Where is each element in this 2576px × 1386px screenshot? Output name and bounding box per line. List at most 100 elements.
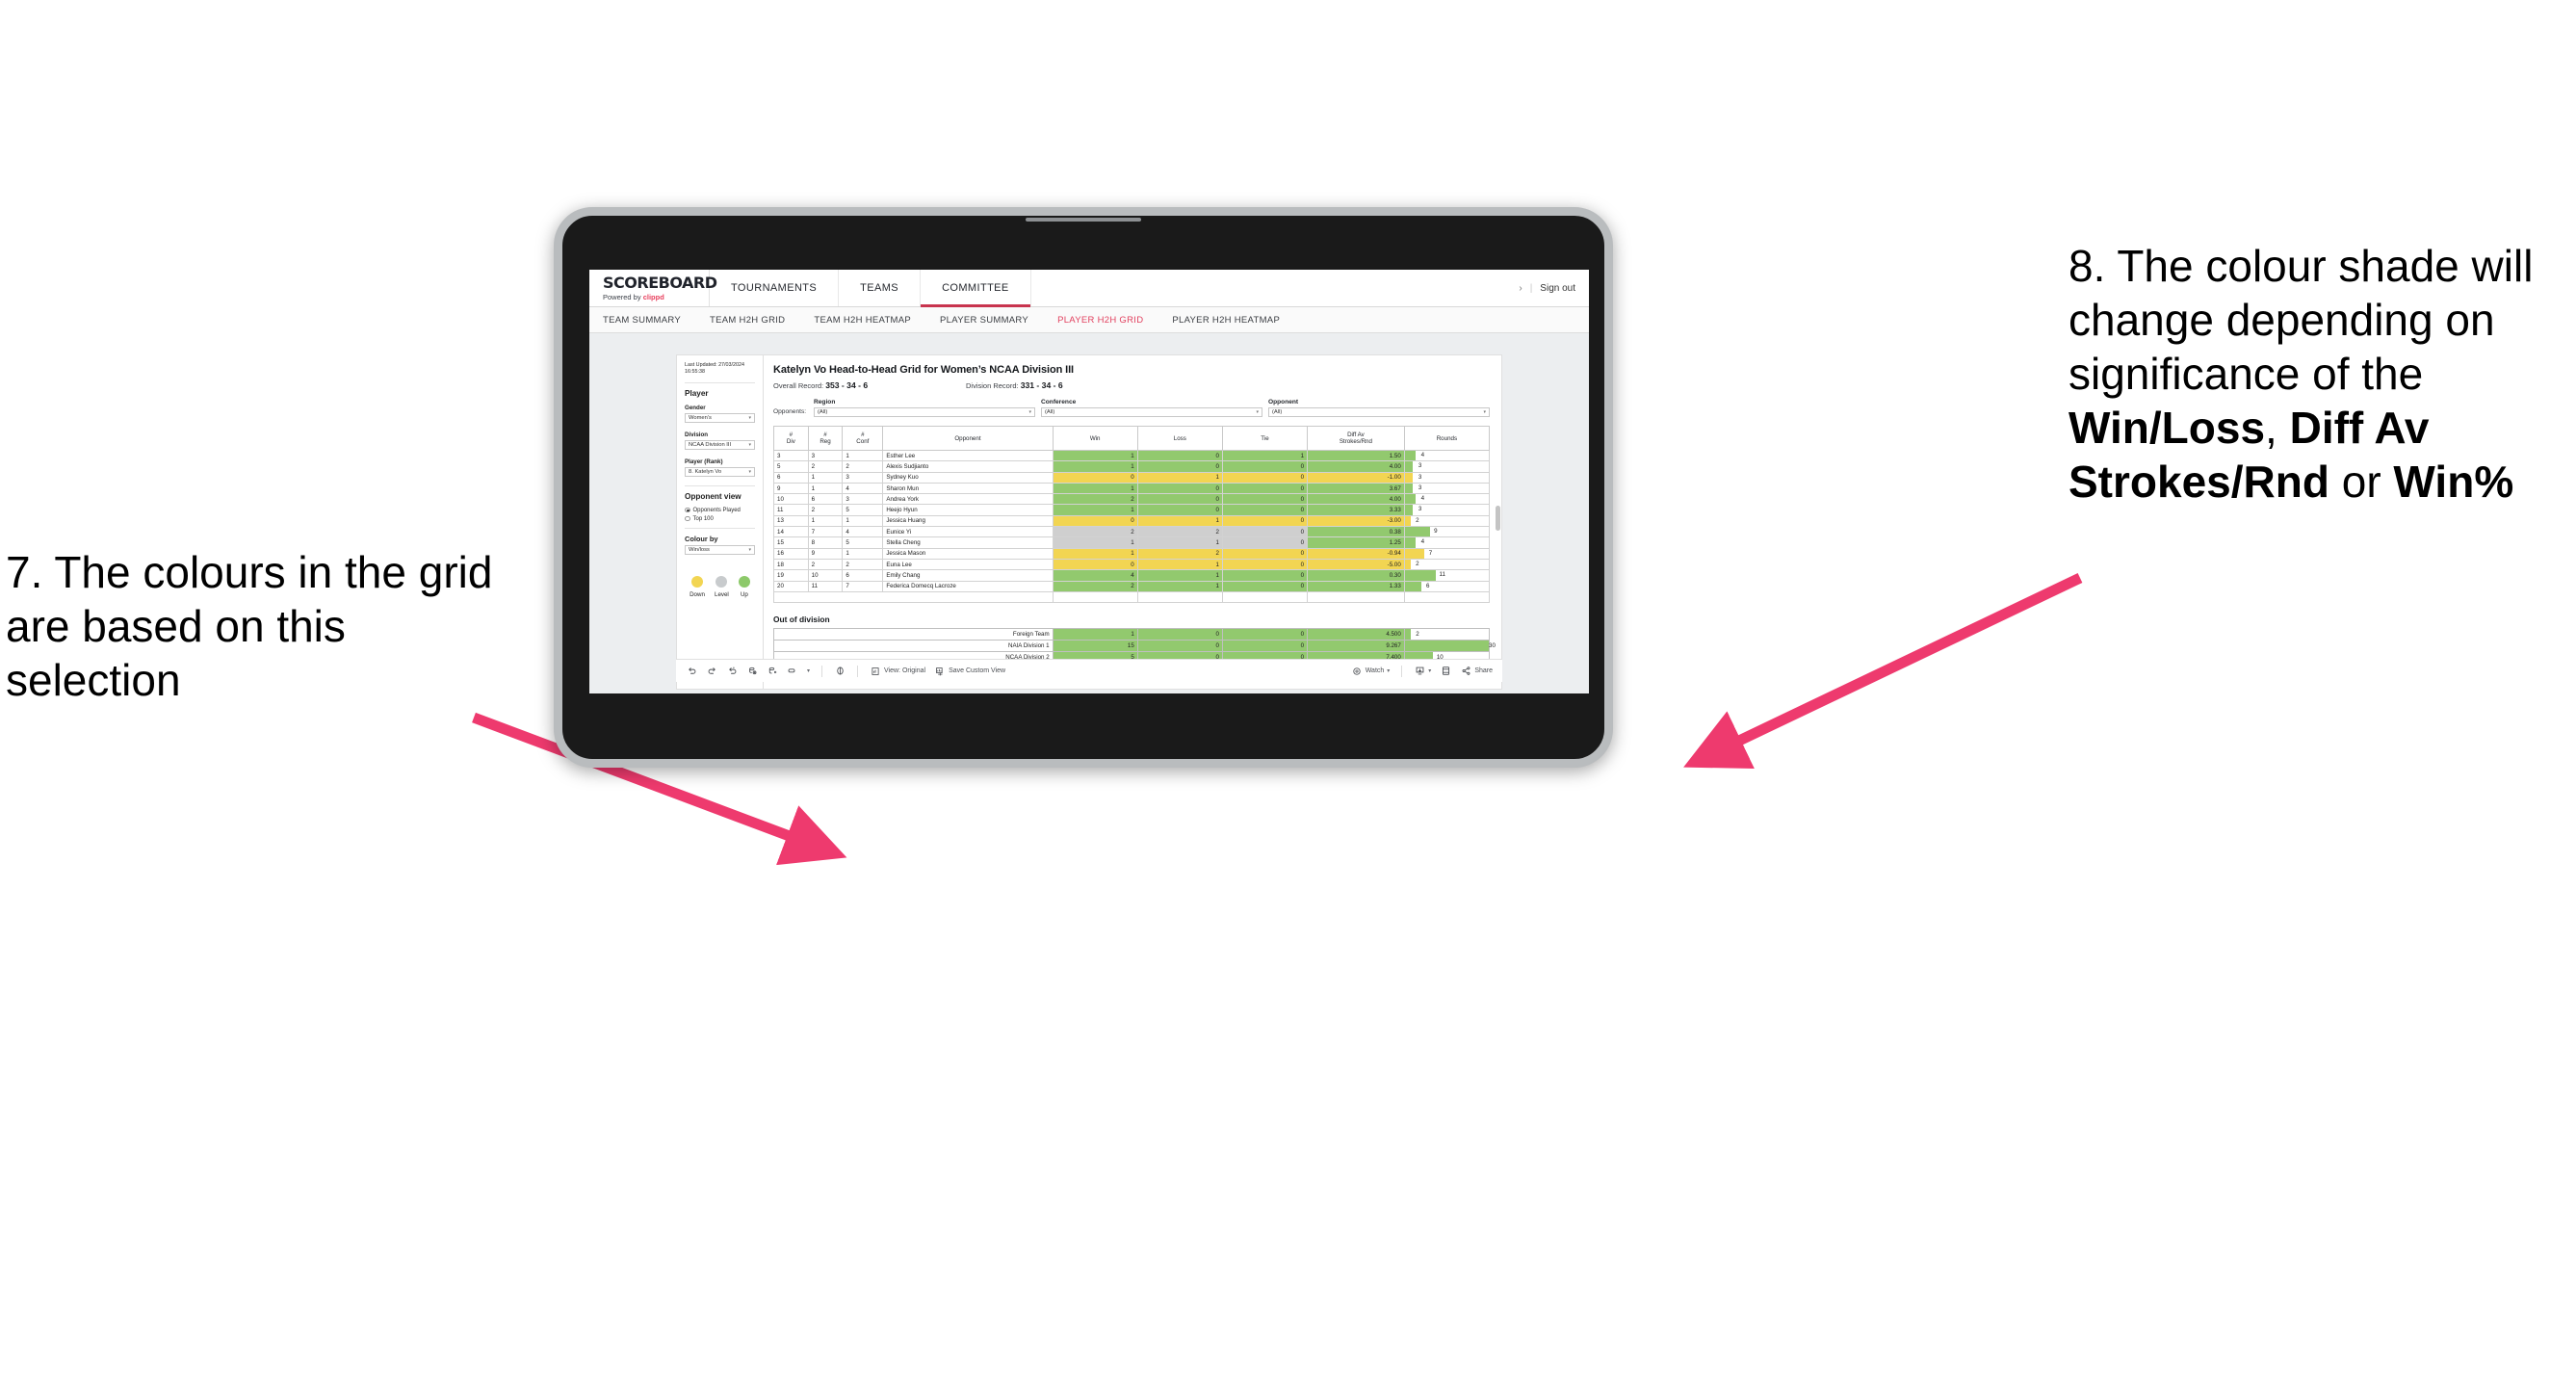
cell-diff: -1.00 [1307,471,1405,484]
subnav-item-player-summary[interactable]: PLAYER SUMMARY [940,315,1028,326]
table-row[interactable]: 3 3 1 Esther Lee 1 0 1 1.50 4 [773,449,1491,462]
watch-caret-icon[interactable]: ▾ [1387,667,1390,674]
division-select[interactable]: NCAA Division III ▾ [685,439,755,450]
filter-region-select[interactable]: (All) ▾ [814,407,1035,417]
cell-opponent: Federica Domecq Lacroze [882,580,1054,592]
table-row[interactable]: 19 10 6 Emily Chang 4 1 0 0.30 11 [773,569,1491,582]
logo-title: SCOREBOARD [603,273,717,292]
chevron-down-icon: ▾ [748,546,751,553]
cell-reg: 2 [807,558,844,571]
cell-div: 10 [773,493,809,506]
redo-icon[interactable] [706,666,717,677]
radio-top-100[interactable]: Top 100 [685,516,755,522]
subnav-item-team-h2h-grid[interactable]: TEAM H2H GRID [710,315,785,326]
chevron-down-icon: ▾ [1256,409,1259,415]
cell-ood-loss: 0 [1136,640,1223,653]
cell-rounds: 4 [1403,449,1491,462]
presentation-mode-icon[interactable] [834,666,846,677]
subnav-item-team-summary[interactable]: TEAM SUMMARY [603,315,681,326]
cell-rounds: 4 [1403,536,1491,549]
table-header-row: # Div # Reg # Conf Opponent Win Loss Tie… [773,426,1491,451]
revert-icon[interactable] [726,666,738,677]
view-original-button[interactable]: View: Original [870,666,925,677]
save-custom-view-button[interactable]: Save Custom View [934,666,1005,677]
pause-data-icon[interactable] [767,666,778,677]
rounds-bar [1405,560,1411,569]
table-row[interactable]: 20 11 7 Federica Domecq Lacroze 2 1 0 1.33 6 [773,580,1491,592]
table-row[interactable]: 13 1 1 Jessica Huang 0 1 0 -3.00 2 [773,514,1491,528]
col-rounds: Rounds [1403,426,1491,451]
nav-item-committee[interactable]: COMMITTEE [921,270,1031,307]
cell-div: 19 [773,569,809,582]
fullscreen-icon[interactable] [1440,666,1451,677]
cell-loss: 0 [1136,460,1223,473]
chevron-right-icon[interactable]: › [1519,283,1522,294]
rounds-bar [1405,570,1436,581]
cell-diff: -0.94 [1307,547,1405,560]
legend-label-level: Level [715,590,729,598]
filter-conference-select[interactable]: (All) ▾ [1041,407,1262,417]
share-button[interactable]: Share [1460,666,1493,677]
cell-conf: 3 [842,471,884,484]
download-button[interactable]: ▾ [1414,666,1431,677]
highlight-icon[interactable] [787,666,798,677]
filler-cell [1136,590,1223,604]
undo-icon[interactable] [686,666,697,677]
grid-scrollbar[interactable] [1496,506,1500,531]
subnav-item-player-h2h-heatmap[interactable]: PLAYER H2H HEATMAP [1172,315,1280,326]
subnav-item-team-h2h-heatmap[interactable]: TEAM H2H HEATMAP [814,315,911,326]
cell-ood-tie: 0 [1221,640,1309,653]
cell-tie: 0 [1221,493,1309,506]
table-row[interactable]: 15 8 5 Stella Cheng 1 1 0 1.25 4 [773,536,1491,549]
radio-opponents-played[interactable]: Opponents Played [685,508,755,513]
annotation-right-bold-winloss: Win/Loss [2069,403,2266,454]
rounds-bar [1405,451,1417,460]
out-of-division-row[interactable]: NAIA Division 1 15 0 0 9.267 30 [773,640,1496,653]
cell-loss: 0 [1136,449,1223,462]
table-row[interactable]: 5 2 2 Alexis Sudjianto 1 0 0 4.00 3 [773,460,1491,473]
cell-conf: 4 [842,482,884,495]
chevron-down-icon: ▾ [1028,409,1031,415]
gender-value: Women’s [689,414,712,421]
sign-out-link[interactable]: Sign out [1540,283,1575,294]
filter-region-label: Region [814,399,836,405]
colour-by-value: Win/loss [689,546,710,553]
division-label: Division [685,431,709,438]
cell-rounds: 7 [1403,547,1491,560]
out-of-division-row[interactable]: Foreign Team 1 0 0 4.500 2 [773,628,1491,641]
cell-conf: 5 [842,536,884,549]
cell-conf: 4 [842,526,884,538]
toolbar-divider [857,665,859,677]
subnav-item-player-h2h-grid[interactable]: PLAYER H2H GRID [1057,315,1143,326]
cell-diff: 0.30 [1307,569,1405,582]
watch-button[interactable]: Watch ▾ [1351,666,1390,677]
gender-select[interactable]: Women’s ▾ [685,412,755,423]
filter-opponent-select[interactable]: (All) ▾ [1268,407,1490,417]
scoreboard-logo[interactable]: SCOREBOARD Powered by clippd [589,270,717,306]
cell-div: 5 [773,460,809,473]
refresh-data-icon[interactable] [746,666,758,677]
table-row[interactable]: 16 9 1 Jessica Mason 1 2 0 -0.94 7 [773,547,1491,560]
nav-item-tournaments[interactable]: TOURNAMENTS [710,270,840,306]
colour-legend: Down Level Up [685,575,755,598]
cell-rounds: 3 [1403,471,1491,484]
table-row[interactable]: 6 1 3 Sydney Kuo 0 1 0 -1.00 3 [773,471,1491,484]
table-row[interactable]: 9 1 4 Sharon Mun 1 0 0 3.67 3 [773,482,1491,495]
rounds-bar [1404,629,1411,641]
table-row[interactable]: 18 2 2 Euna Lee 0 1 0 -5.00 2 [773,558,1491,571]
download-caret-icon[interactable]: ▾ [1428,667,1431,674]
table-row[interactable]: 10 6 3 Andrea York 2 0 0 4.00 4 [773,493,1491,506]
main-panel: Katelyn Vo Head-to-Head Grid for Women’s… [764,355,1501,689]
highlight-caret-icon[interactable]: ▾ [807,667,810,674]
records-row: Overall Record: 353 - 34 - 6 Division Re… [773,380,1490,390]
cell-win: 0 [1052,514,1138,528]
radio-opponents-played-label: Opponents Played [692,507,741,513]
player-rank-select[interactable]: 8. Katelyn Vo ▾ [685,466,755,477]
table-row[interactable]: 11 2 5 Heejo Hyun 1 0 0 3.33 3 [773,504,1491,516]
colour-by-select[interactable]: Win/loss ▾ [685,544,755,555]
nav-item-teams[interactable]: TEAMS [839,270,922,306]
cell-tie: 0 [1221,514,1309,528]
table-row[interactable]: 14 7 4 Eunice Yi 2 2 0 0.38 9 [773,526,1491,538]
cell-diff: 1.33 [1307,580,1405,592]
cell-reg: 6 [807,493,844,506]
